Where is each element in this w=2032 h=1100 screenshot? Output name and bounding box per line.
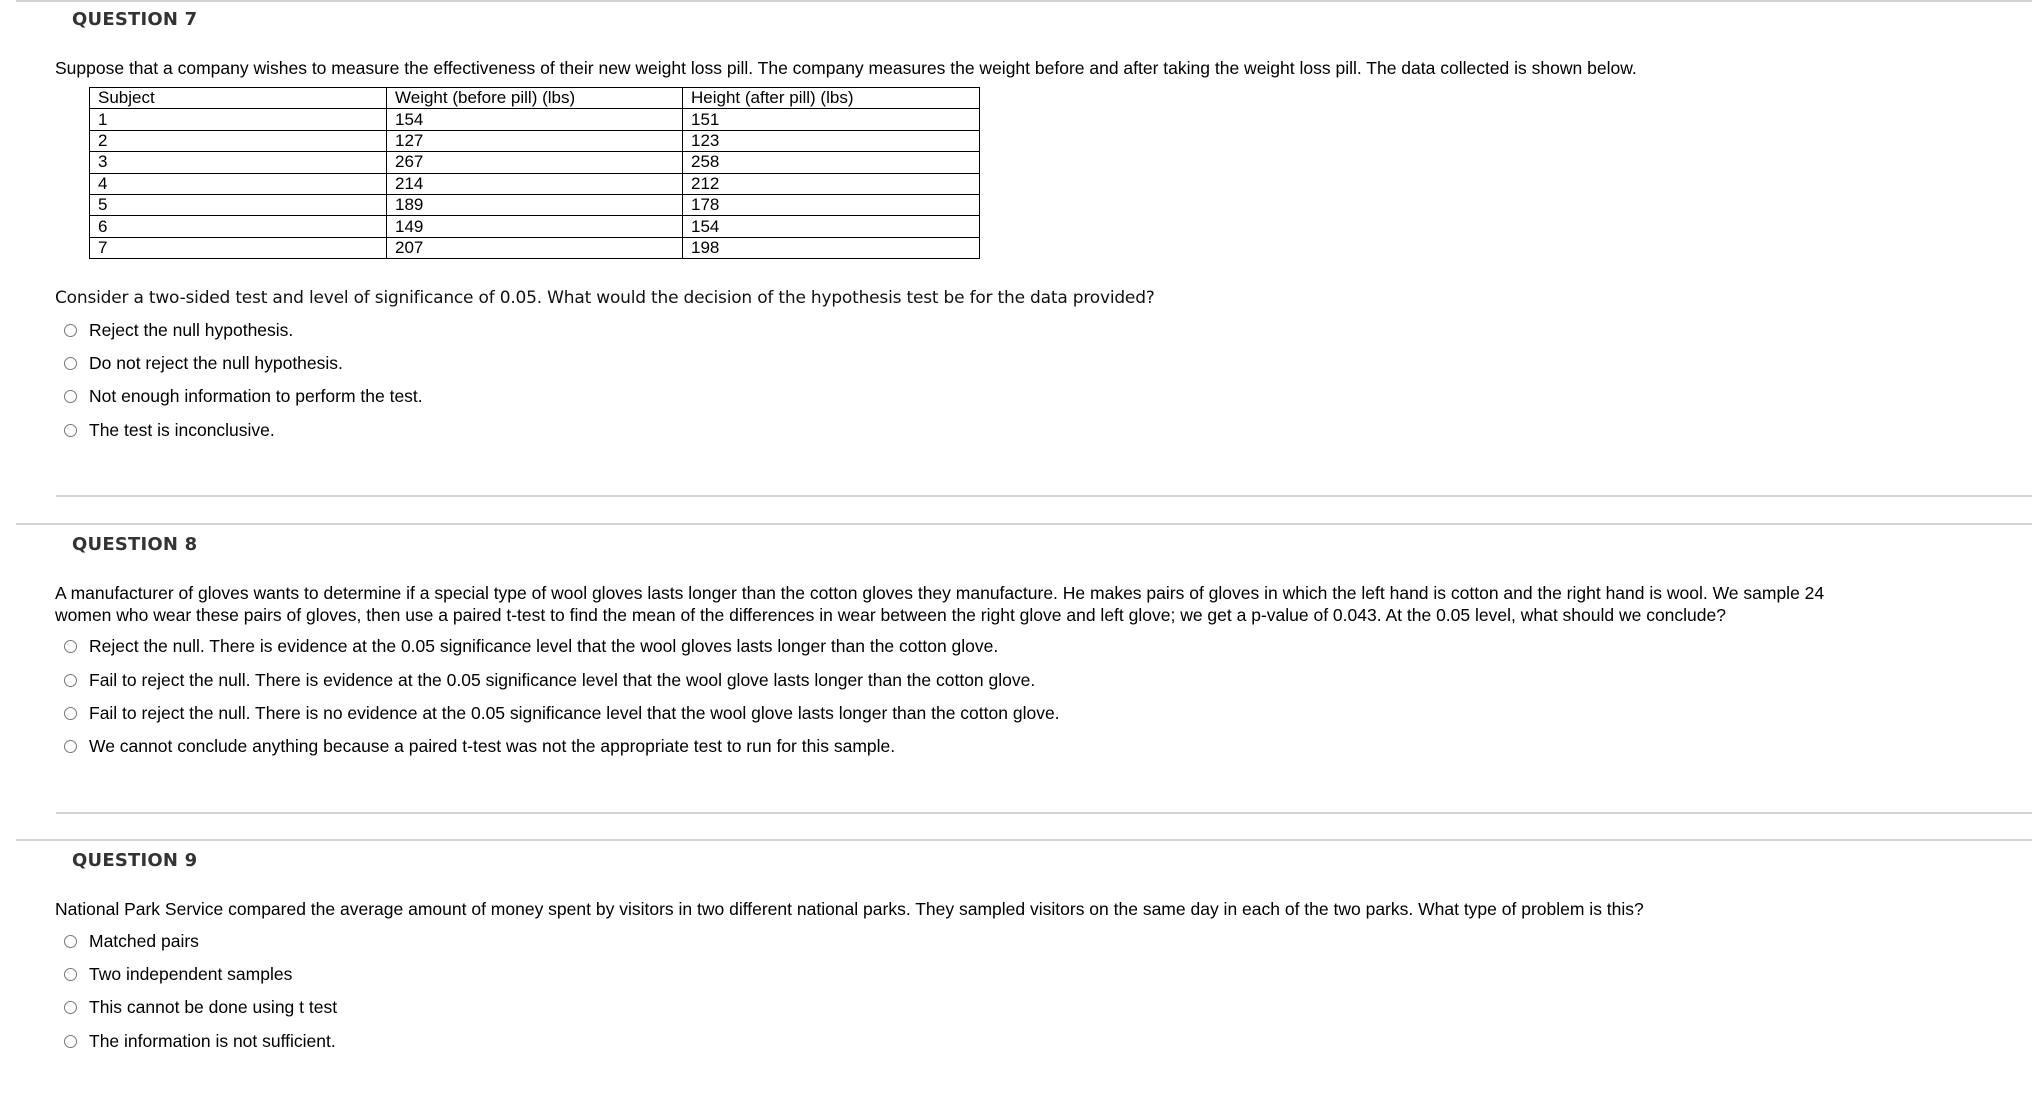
radio-button-icon[interactable] [64, 639, 77, 653]
table-cell: 212 [682, 172, 980, 195]
question-7-option-2[interactable]: Do not reject the null hypothesis. [64, 351, 343, 375]
option-label: Two independent samples [89, 963, 293, 984]
table-cell: 123 [682, 129, 980, 153]
table-cell: 1 [89, 108, 387, 131]
table-cell: 154 [386, 108, 683, 131]
question-9-heading: QUESTION 9 [72, 850, 198, 871]
table-header-row: Subject Weight (before pill) (lbs) Heigh… [89, 86, 980, 110]
option-label: We cannot conclude anything because a pa… [89, 735, 896, 756]
table-cell: 258 [682, 151, 980, 174]
option-label: Do not reject the null hypothesis. [89, 352, 343, 373]
table-header-cell: Weight (before pill) (lbs) [386, 86, 683, 110]
option-label: Fail to reject the null. There is eviden… [89, 669, 1036, 690]
question-8-option-2[interactable]: Fail to reject the null. There is eviden… [64, 668, 1035, 692]
table-cell: 151 [682, 108, 980, 131]
weight-data-table: Subject Weight (before pill) (lbs) Heigh… [89, 86, 980, 260]
table-header-cell: Height (after pill) (lbs) [682, 86, 980, 110]
section-divider [16, 839, 2032, 841]
radio-button-icon[interactable] [64, 1000, 77, 1014]
table-row: 3 267 258 [89, 151, 980, 174]
option-label: Reject the null. There is evidence at th… [89, 635, 999, 656]
radio-button-icon[interactable] [64, 967, 77, 981]
question-divider [56, 495, 2032, 497]
table-cell: 189 [386, 193, 683, 217]
question-8-option-1[interactable]: Reject the null. There is evidence at th… [64, 634, 998, 658]
question-8-prompt-line-2: women who wear these pairs of gloves, th… [55, 605, 1726, 625]
table-row: 6 149 154 [89, 215, 980, 238]
table-header-cell: Subject [89, 86, 387, 110]
question-7-option-4[interactable]: The test is inconclusive. [64, 418, 275, 442]
table-cell: 7 [89, 236, 387, 260]
question-7-prompt: Consider a two-sided test and level of s… [55, 288, 1155, 308]
option-label: Not enough information to perform the te… [89, 385, 423, 406]
question-9-option-1[interactable]: Matched pairs [64, 929, 199, 953]
radio-button-icon[interactable] [64, 673, 77, 687]
table-row: 4 214 212 [89, 172, 980, 195]
option-label: The test is inconclusive. [89, 419, 275, 440]
table-row: 5 189 178 [89, 193, 980, 217]
option-label: Matched pairs [89, 930, 199, 951]
radio-button-icon[interactable] [64, 423, 77, 437]
option-label: Fail to reject the null. There is no evi… [89, 702, 1060, 723]
radio-button-icon[interactable] [64, 356, 77, 370]
question-9-option-2[interactable]: Two independent samples [64, 962, 292, 986]
section-divider [16, 0, 2032, 2]
question-7-heading: QUESTION 7 [72, 9, 198, 30]
table-cell: 2 [89, 129, 387, 153]
question-divider [56, 812, 2032, 814]
radio-button-icon[interactable] [64, 1034, 77, 1048]
option-label: The information is not sufficient. [89, 1030, 336, 1051]
question-7-intro: Suppose that a company wishes to measure… [55, 58, 1637, 78]
table-cell: 5 [89, 193, 387, 217]
table-cell: 178 [682, 193, 980, 217]
table-cell: 127 [386, 129, 683, 153]
question-8-option-3[interactable]: Fail to reject the null. There is no evi… [64, 701, 1060, 725]
table-row: 2 127 123 [89, 129, 980, 153]
question-7-option-1[interactable]: Reject the null hypothesis. [64, 318, 293, 342]
option-label: Reject the null hypothesis. [89, 319, 294, 340]
radio-button-icon[interactable] [64, 706, 77, 720]
question-8-heading: QUESTION 8 [72, 534, 198, 555]
question-9-option-4[interactable]: The information is not sufficient. [64, 1029, 336, 1053]
table-cell: 149 [386, 215, 683, 238]
question-7-option-3[interactable]: Not enough information to perform the te… [64, 384, 423, 408]
table-cell: 198 [682, 236, 980, 260]
table-cell: 267 [386, 151, 683, 174]
section-divider [16, 523, 2032, 525]
radio-button-icon[interactable] [64, 323, 77, 337]
table-cell: 4 [89, 172, 387, 195]
question-8-option-4[interactable]: We cannot conclude anything because a pa… [64, 734, 895, 758]
radio-button-icon[interactable] [64, 934, 77, 948]
table-cell: 154 [682, 215, 980, 238]
question-9-prompt: National Park Service compared the avera… [55, 899, 1644, 919]
table-row: 1 154 151 [89, 108, 980, 131]
question-8-prompt-line-1: A manufacturer of gloves wants to determ… [55, 583, 1825, 603]
question-9-option-3[interactable]: This cannot be done using t test [64, 995, 337, 1019]
option-label: This cannot be done using t test [89, 996, 338, 1017]
table-cell: 214 [386, 172, 683, 195]
table-row: 7 207 198 [89, 236, 980, 260]
table-cell: 207 [386, 236, 683, 260]
radio-button-icon[interactable] [64, 739, 77, 753]
radio-button-icon[interactable] [64, 389, 77, 403]
table-cell: 6 [89, 215, 387, 238]
table-cell: 3 [89, 151, 387, 174]
